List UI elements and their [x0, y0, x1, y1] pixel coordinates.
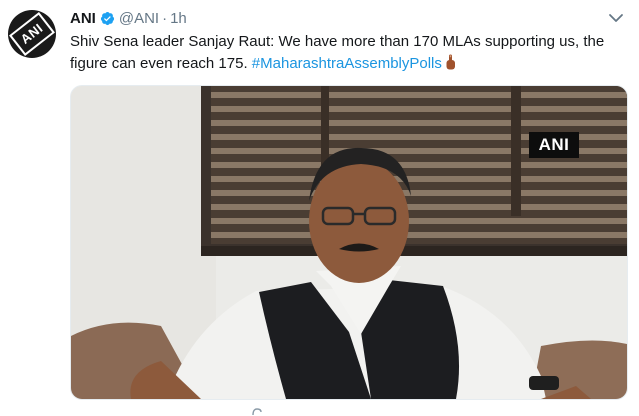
verified-badge-icon	[100, 11, 114, 25]
author-name[interactable]: ANI	[70, 10, 96, 27]
separator-dot: ·	[162, 9, 168, 27]
chevron-down-icon[interactable]	[608, 12, 624, 24]
timestamp[interactable]: 1h	[170, 10, 187, 27]
ani-logo: ANI	[9, 12, 55, 56]
tweet-header: ANI @ANI · 1h	[70, 8, 187, 28]
tweet-text: Shiv Sena leader Sanjay Raut: We have mo…	[70, 31, 630, 75]
ani-watermark: ANI	[538, 135, 570, 154]
author-handle[interactable]: @ANI	[119, 10, 159, 27]
hashtag-link[interactable]: #MaharashtraAssemblyPolls	[252, 55, 442, 72]
tweet-card[interactable]: ANI ANI @ANI · 1h Shiv Sena leader Sanja…	[0, 0, 639, 416]
raised-index-finger-emoji	[446, 54, 455, 70]
tweet-media[interactable]: ANI	[70, 85, 628, 400]
avatar[interactable]: ANI	[8, 10, 56, 58]
reply-action-icon[interactable]	[252, 407, 262, 416]
